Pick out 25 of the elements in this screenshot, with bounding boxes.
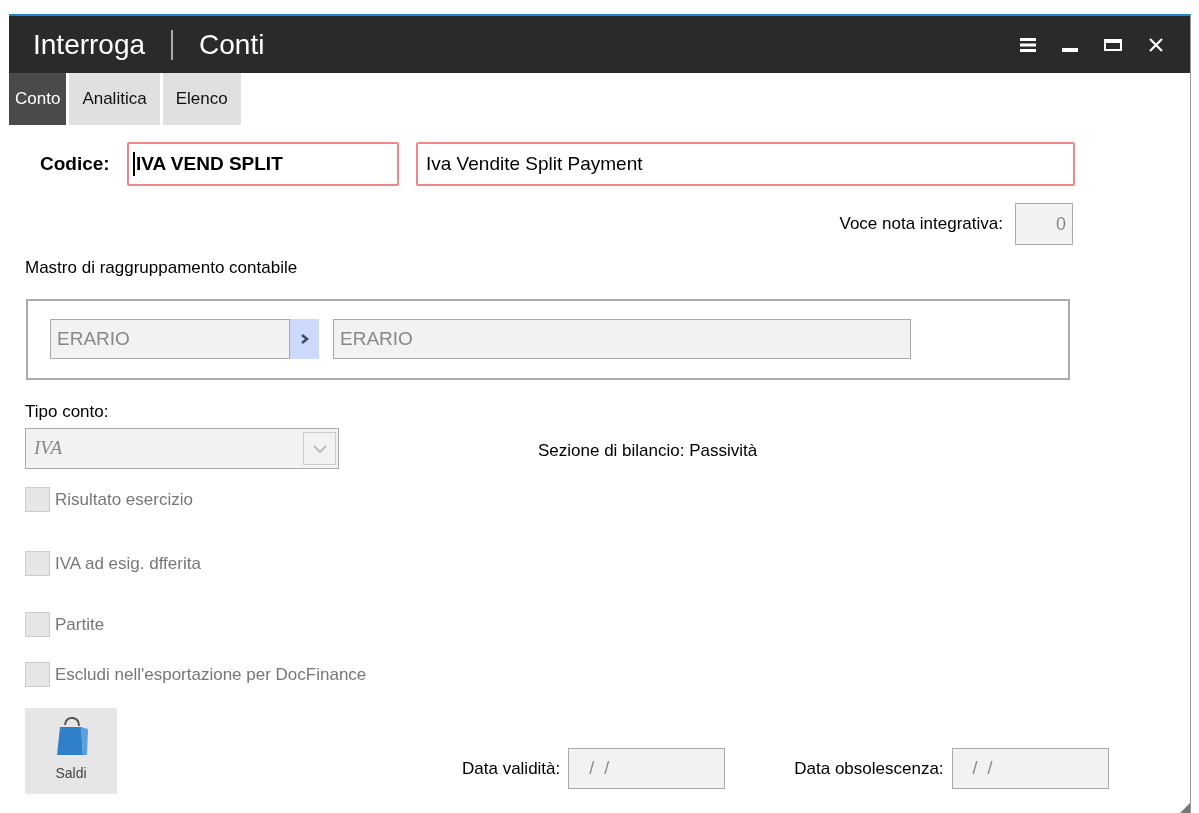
field-label: Data validità: <box>462 757 561 780</box>
tab[interactable]: Analitica <box>69 73 160 125</box>
section-text: Sezione di bilancio: Passività <box>538 439 758 462</box>
checkbox-label: Escludi nell'esportazione per DocFinance <box>55 663 367 686</box>
field-label: Voce nota integrativa: <box>839 213 1003 236</box>
saldi-button[interactable]: Saldi <box>25 708 117 794</box>
close-icon[interactable] <box>1148 36 1164 53</box>
zoom-button[interactable] <box>290 319 319 359</box>
menu-icon[interactable] <box>1020 37 1036 52</box>
window-title: Interroga <box>33 27 146 62</box>
tab[interactable]: Conto <box>9 73 67 125</box>
field-label: Tipo conto: <box>25 400 110 423</box>
field-label: Codice: <box>40 151 111 176</box>
maximize-icon[interactable] <box>1104 38 1122 51</box>
tab[interactable]: Elenco <box>162 73 241 125</box>
chevron-right-icon <box>300 334 309 344</box>
checkbox-label: Risultato esercizio <box>55 489 193 511</box>
window-title: Conti <box>199 27 265 62</box>
checkbox-label: Partite <box>55 614 105 636</box>
field-label: Data obsolescenza: <box>794 757 944 780</box>
section-label: Mastro di raggruppamento contabile <box>25 257 299 279</box>
input-field[interactable]: Iva Vendite Split Payment <box>416 142 1075 186</box>
checkbox-label: IVA ad esig. dfferita <box>55 552 201 575</box>
resize-grip-icon <box>1180 803 1190 813</box>
input-field[interactable]: IVA VEND SPLIT <box>127 142 399 186</box>
